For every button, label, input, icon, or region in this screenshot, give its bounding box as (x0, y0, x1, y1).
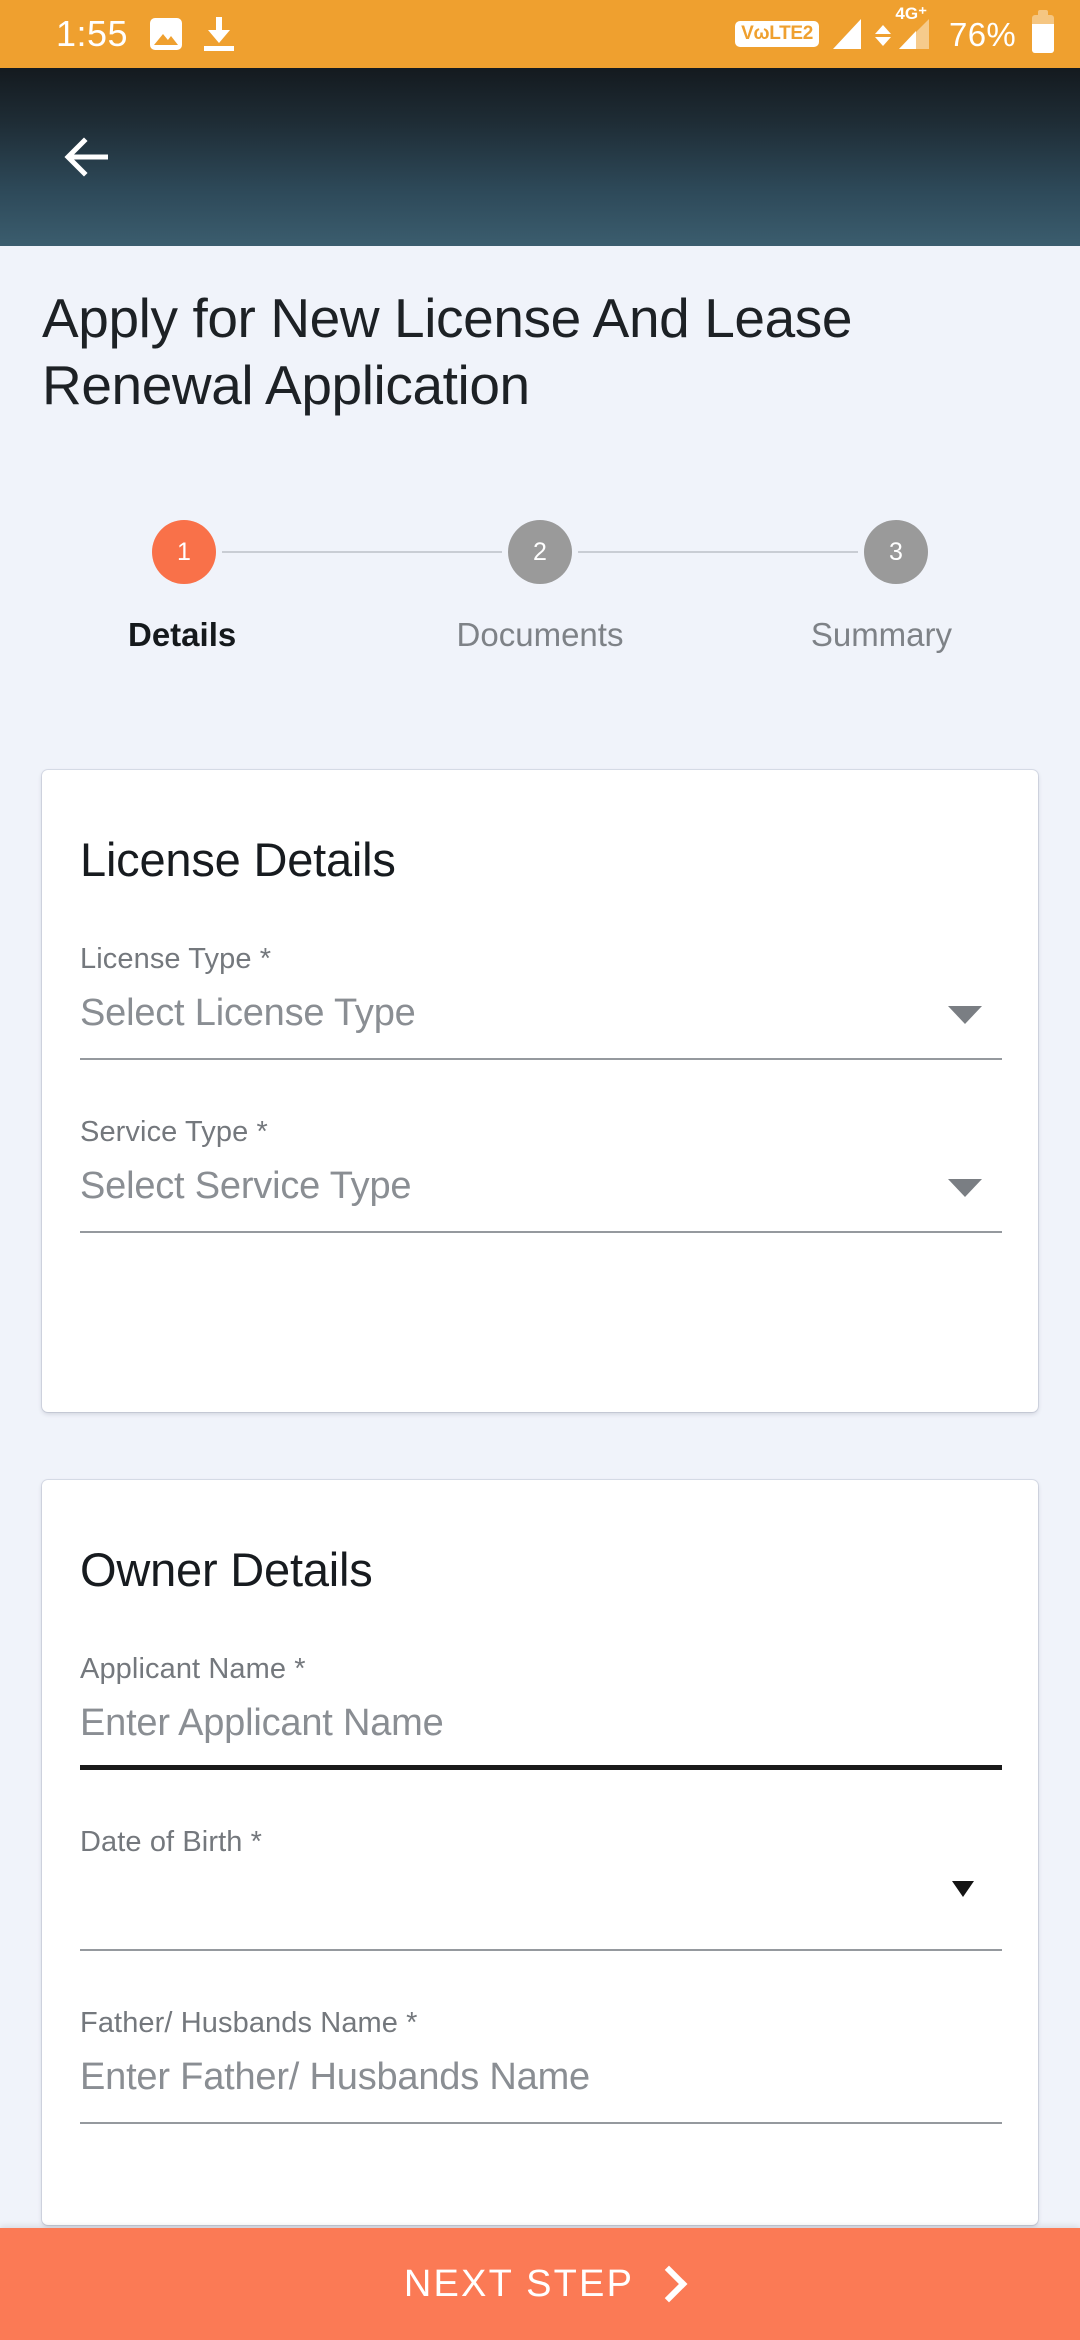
status-bar-left: 1:55 (56, 13, 235, 54)
stepper-step-2[interactable]: 2 (508, 520, 572, 584)
arrow-left-icon (64, 137, 108, 177)
service-type-value: Select Service Type (80, 1165, 412, 1207)
stepper-connector-1 (222, 551, 502, 553)
chevron-down-icon[interactable] (952, 1881, 974, 1897)
field-applicant-name: Applicant Name * Enter Applicant Name (80, 1597, 1002, 1770)
download-icon (204, 17, 235, 51)
applicant-name-input[interactable]: Enter Applicant Name (80, 1702, 1002, 1770)
field-service-type: Service Type * Select Service Type (80, 1060, 1002, 1233)
license-type-underline (80, 1058, 1002, 1060)
stepper-step-3[interactable]: 3 (864, 520, 928, 584)
stepper-step-2-number: 2 (533, 537, 547, 566)
network-indicator: 4G⁺ (875, 5, 930, 49)
date-of-birth-label: Date of Birth * (80, 1826, 263, 1858)
stepper-step-1[interactable]: 1 (152, 520, 216, 584)
battery-percent-label: 76% (949, 15, 1016, 53)
service-type-dropdown[interactable]: Select Service Type (80, 1165, 1002, 1233)
app-bar (0, 68, 1080, 246)
chevron-right-icon (656, 2267, 676, 2301)
license-type-dropdown[interactable]: Select License Type (80, 992, 1002, 1060)
stepper-labels-row: Details Documents Summary (128, 616, 952, 654)
next-step-button[interactable]: NEXT STEP (0, 2228, 1080, 2340)
status-bar-right: VωLTE2 4G⁺ 76% (735, 5, 1054, 53)
date-of-birth-underline (80, 1949, 1002, 1951)
volte-badge: VωLTE2 (735, 21, 820, 47)
father-husband-name-underline (80, 2122, 1002, 2124)
stepper-circles-row: 1 2 3 (152, 520, 928, 584)
field-date-of-birth: Date of Birth * (80, 1770, 1002, 1951)
field-father-husband-name: Father/ Husbands Name * Enter Father/ Hu… (80, 1951, 1002, 2124)
applicant-name-placeholder: Enter Applicant Name (80, 1702, 444, 1744)
signal-strength-icon (833, 19, 862, 49)
license-details-title: License Details (80, 833, 396, 886)
applicant-name-underline (80, 1765, 1002, 1770)
owner-details-card: Owner Details Applicant Name * Enter App… (42, 1480, 1038, 2225)
father-husband-name-label: Father/ Husbands Name * (80, 2007, 418, 2039)
applicant-name-label: Applicant Name * (80, 1653, 306, 1685)
stepper-label-documents: Documents (456, 616, 624, 653)
stepper-connector-2 (578, 551, 858, 553)
license-type-label: License Type * (80, 943, 272, 975)
father-husband-name-input[interactable]: Enter Father/ Husbands Name (80, 2056, 1002, 2124)
status-bar: 1:55 VωLTE2 4G⁺ 76% (0, 0, 1080, 68)
signal-strength-sim2-icon: 4G⁺ (895, 5, 930, 49)
stepper-label-summary: Summary (810, 616, 953, 653)
father-husband-name-placeholder: Enter Father/ Husbands Name (80, 2056, 590, 2098)
service-type-underline (80, 1231, 1002, 1233)
progress-stepper: 1 2 3 Details Documents Summary (0, 520, 1080, 654)
owner-details-title: Owner Details (80, 1543, 373, 1596)
battery-icon (1032, 10, 1054, 53)
chevron-down-icon[interactable] (948, 1179, 982, 1197)
license-type-value: Select License Type (80, 992, 416, 1034)
status-bar-clock: 1:55 (56, 13, 129, 54)
stepper-step-3-number: 3 (889, 537, 903, 566)
chevron-down-icon[interactable] (948, 1006, 982, 1024)
stepper-label-details: Details (128, 616, 237, 653)
license-details-card: License Details License Type * Select Li… (42, 770, 1038, 1412)
service-type-label: Service Type * (80, 1116, 268, 1148)
photo-icon (150, 18, 183, 50)
page-title: Apply for New License And Lease Renewal … (42, 287, 853, 417)
field-license-type: License Type * Select License Type (80, 887, 1002, 1060)
data-transfer-icon (875, 25, 892, 49)
stepper-step-1-number: 1 (177, 537, 191, 566)
date-of-birth-picker[interactable] (80, 1877, 1002, 1951)
next-step-label: NEXT STEP (403, 2262, 635, 2305)
back-button[interactable] (58, 130, 112, 184)
